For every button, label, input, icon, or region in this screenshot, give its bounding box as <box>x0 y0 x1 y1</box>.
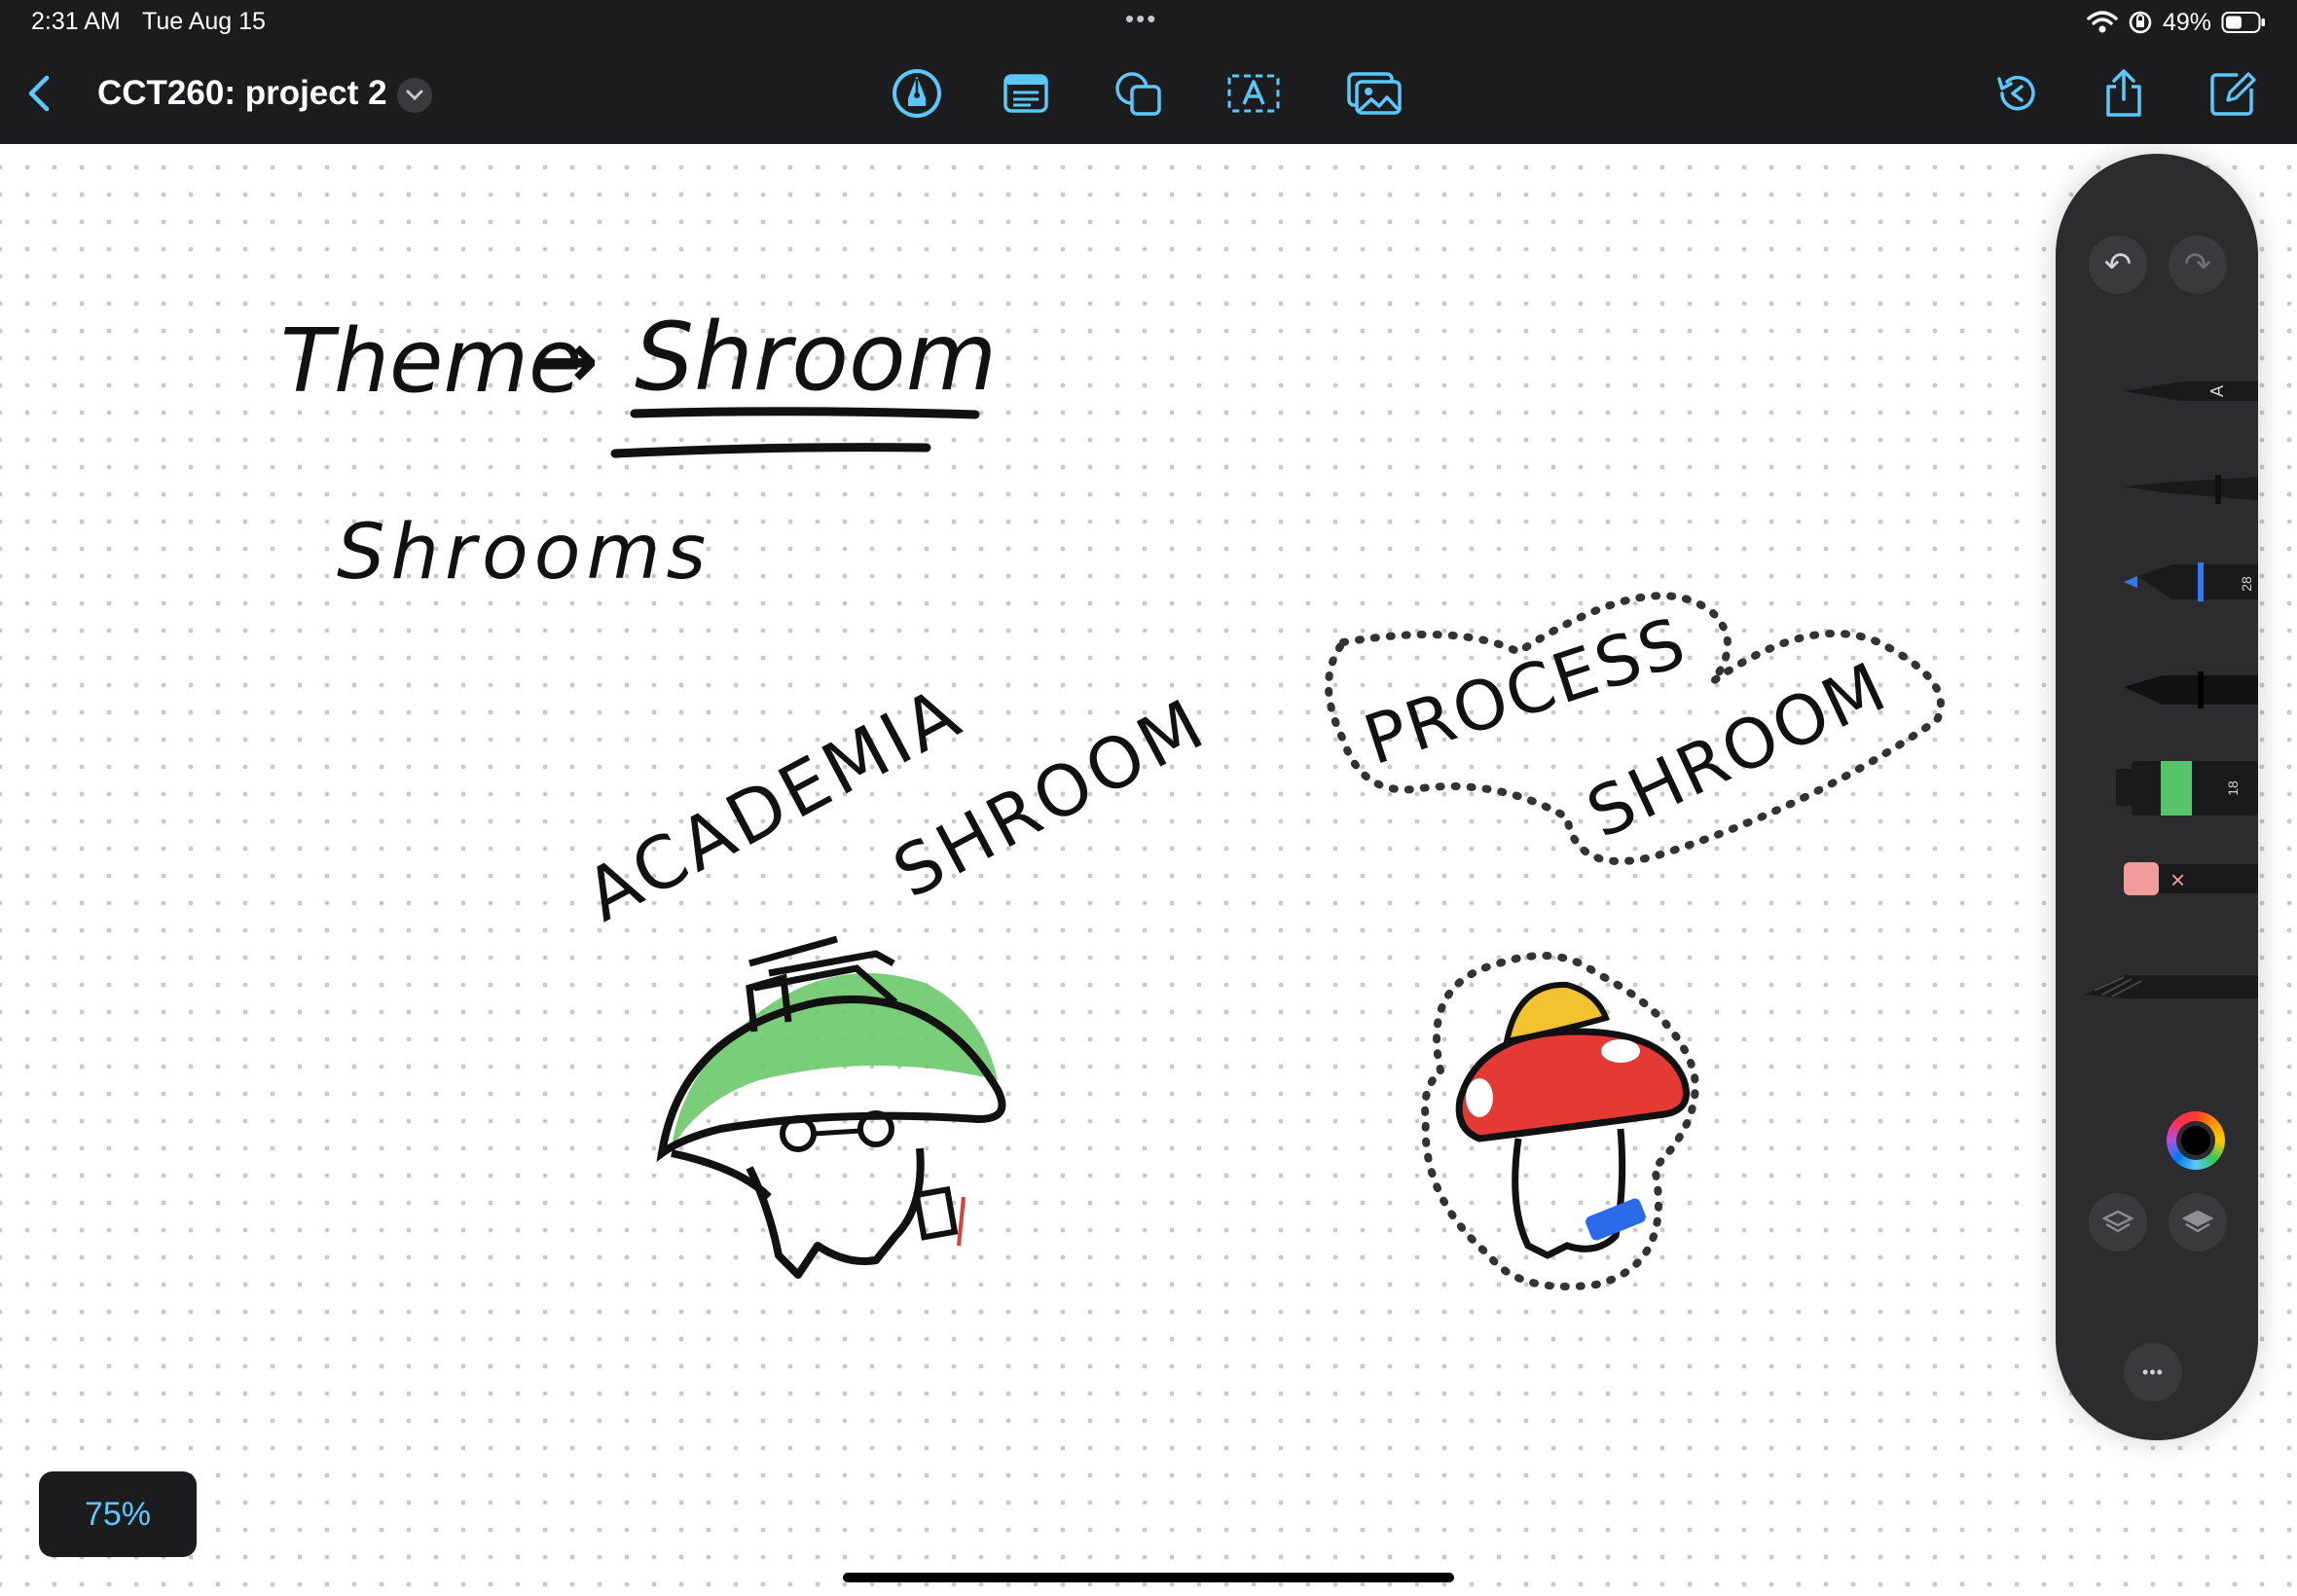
highlighter-tool[interactable]: 18 <box>2116 761 2258 816</box>
status-date: Tue Aug 15 <box>142 8 266 35</box>
layer-up-button[interactable] <box>2169 1193 2227 1251</box>
tool-palette: ↶ ↷ A 28 18 × ••• <box>2056 154 2258 1440</box>
history-icon <box>1997 75 2035 111</box>
redo-button[interactable]: ↷ <box>2169 236 2227 294</box>
more-options-button[interactable]: ••• <box>2124 1343 2182 1401</box>
orientation-lock-icon <box>2129 11 2152 34</box>
undo-icon: ↶ <box>2103 246 2133 283</box>
drawing-canvas[interactable]: Theme → Shroom Shrooms ACADEMIA SHROOM P… <box>0 144 2297 1596</box>
chevron-down-icon <box>406 90 423 101</box>
fountain-pen-tool[interactable]: 28 <box>2124 562 2258 601</box>
academia-mushroom-doodle <box>656 935 1006 1279</box>
layers-up-icon <box>2182 1210 2213 1233</box>
text-box-icon <box>1003 74 1048 113</box>
eraser-label: × <box>2170 865 2185 894</box>
share-icon <box>2106 69 2141 117</box>
fineliner-tool[interactable] <box>2124 475 2258 504</box>
crayon-tool[interactable] <box>2056 956 2258 1014</box>
compose-icon <box>2210 72 2256 116</box>
heading-shroom: Shroom <box>635 303 997 412</box>
handwritten-notes: Theme → Shroom Shrooms ACADEMIA SHROOM P… <box>280 303 1945 1290</box>
title-menu-button[interactable] <box>397 78 432 113</box>
shapes-icon <box>1115 72 1161 116</box>
heading-arrow: → <box>533 315 599 406</box>
multitasking-dots-icon[interactable]: ••• <box>1125 4 1157 34</box>
more-icon: ••• <box>2142 1361 2164 1382</box>
back-button[interactable] <box>8 62 70 125</box>
battery-icon <box>2221 12 2265 33</box>
home-indicator[interactable] <box>843 1573 1454 1582</box>
fountain-pen-label: 28 <box>2239 576 2254 592</box>
pen-tool[interactable]: A <box>2124 381 2258 401</box>
battery-percent: 49% <box>2162 8 2211 36</box>
text-icon <box>1227 74 1280 113</box>
status-time: 2:31 AM <box>31 8 121 35</box>
subheading-shrooms: Shrooms <box>337 509 711 597</box>
media-button[interactable] <box>1343 62 1405 125</box>
status-right: 49% <box>2087 6 2266 39</box>
underline-1 <box>630 407 980 419</box>
layer-down-button[interactable] <box>2089 1193 2147 1251</box>
chevron-left-icon <box>28 75 50 112</box>
pen-tool-icon <box>893 69 941 118</box>
top-toolbar: CCT260: project 2 <box>0 45 2297 144</box>
process-mushroom-doodle <box>1421 952 1699 1290</box>
history-button[interactable] <box>1986 62 2048 125</box>
layers-down-icon <box>2102 1210 2133 1233</box>
pen-tool-label: A <box>2207 385 2227 397</box>
undo-button[interactable]: ↶ <box>2089 236 2147 294</box>
underline-2 <box>610 443 931 458</box>
status-bar: 2:31 AM Tue Aug 15 ••• 49% <box>0 0 2297 45</box>
color-picker-button[interactable] <box>2167 1111 2225 1170</box>
text-box-button[interactable] <box>995 62 1057 125</box>
eraser-tool[interactable]: × <box>2124 862 2258 895</box>
redo-icon: ↷ <box>2183 246 2212 283</box>
compose-button[interactable] <box>2202 62 2264 125</box>
wifi-icon <box>2087 11 2118 33</box>
text-button[interactable] <box>1222 62 1285 125</box>
media-icon <box>1347 72 1402 115</box>
highlighter-label: 18 <box>2225 780 2241 796</box>
marker-tool[interactable] <box>2124 671 2258 708</box>
share-button[interactable] <box>2093 62 2155 125</box>
pen-tool-button[interactable] <box>886 62 948 125</box>
selected-color-swatch <box>2176 1121 2215 1160</box>
zoom-level-indicator[interactable]: 75% <box>39 1471 197 1557</box>
shapes-button[interactable] <box>1108 62 1170 125</box>
tool-rack: A 28 18 × <box>2116 381 2258 895</box>
document-title[interactable]: CCT260: project 2 <box>97 74 387 113</box>
